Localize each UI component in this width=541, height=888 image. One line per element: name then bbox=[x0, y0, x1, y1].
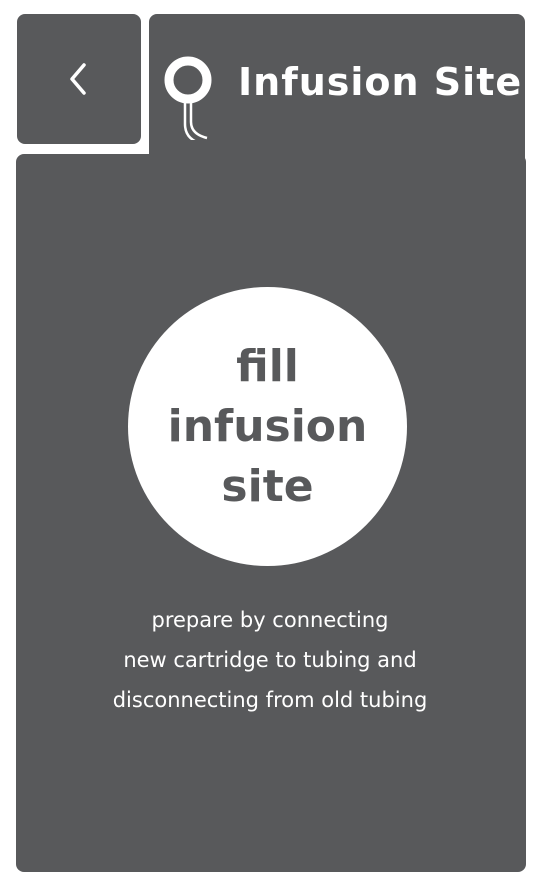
instructions-text: prepare by connecting new cartridge to t… bbox=[60, 600, 480, 720]
instruction-line: new cartridge to tubing and bbox=[123, 648, 417, 672]
instruction-line: prepare by connecting bbox=[151, 608, 389, 632]
header: Infusion Site bbox=[149, 14, 525, 150]
action-label-line: infusion bbox=[167, 400, 368, 452]
fill-infusion-site-label: fill infusion site bbox=[148, 337, 388, 517]
action-label-line: site bbox=[221, 460, 314, 512]
instruction-line: disconnecting from old tubing bbox=[112, 688, 428, 712]
infusion-site-screen: Infusion Site fill infusion site prepare… bbox=[0, 0, 541, 888]
chevron-left-icon bbox=[70, 63, 86, 95]
fill-infusion-site-button[interactable]: fill infusion site bbox=[128, 287, 407, 566]
action-label-line: fill bbox=[236, 340, 299, 392]
back-button[interactable] bbox=[17, 14, 141, 144]
page-title: Infusion Site bbox=[238, 60, 523, 104]
infusion-site-icon bbox=[164, 56, 212, 146]
